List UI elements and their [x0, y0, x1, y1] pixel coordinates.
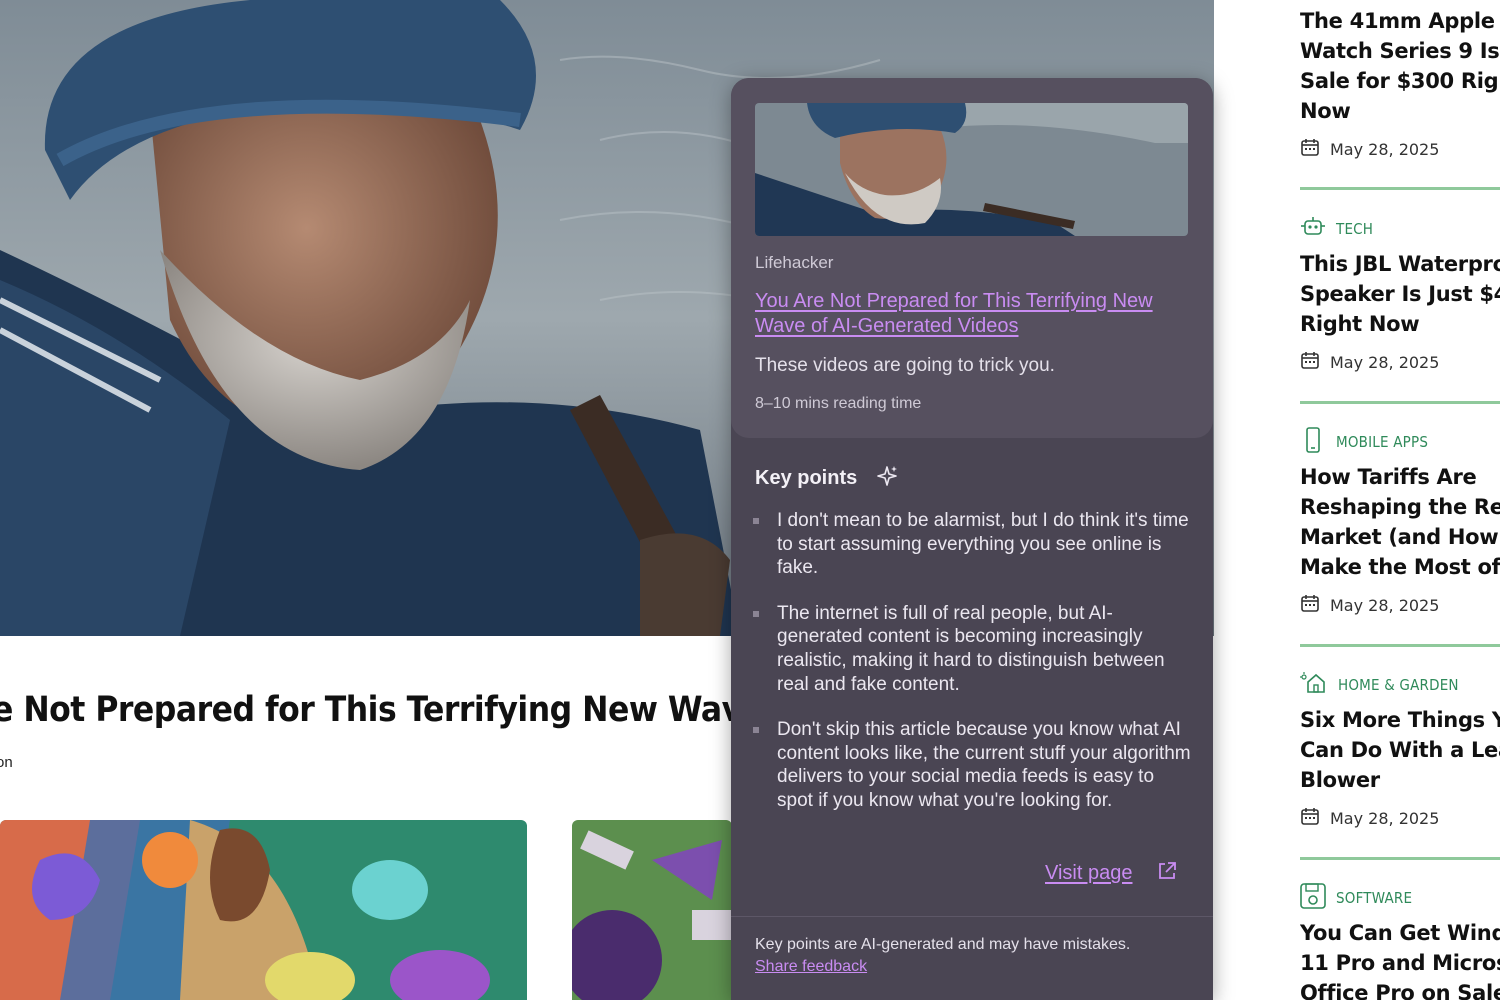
rail-divider — [1300, 401, 1500, 404]
popover-source: Lifehacker — [755, 253, 834, 272]
floppy-disk-icon — [1300, 882, 1326, 914]
rail-article-3[interactable]: MOBILE APPS How Tariffs Are Reshaping th… — [1300, 426, 1500, 618]
popover-divider — [731, 916, 1213, 917]
rail-divider — [1300, 187, 1500, 190]
popover-thumbnail — [755, 103, 1188, 236]
visit-page-row[interactable]: Visit page — [1045, 860, 1178, 887]
rail-divider — [1300, 857, 1500, 860]
rail-category[interactable]: MOBILE APPS — [1300, 426, 1500, 454]
popover-reading-time: 8–10 mins reading time — [755, 395, 922, 412]
related-articles-rail: The 41mm Apple Watch Series 9 Is on Sale… — [1214, 0, 1500, 1000]
rail-article-4[interactable]: HOME & GARDEN Six More Things You Can Do… — [1300, 671, 1500, 831]
calendar-icon — [1300, 350, 1320, 374]
rail-article-2[interactable]: TECH This JBL Waterproof Speaker Is Just… — [1300, 216, 1500, 375]
phone-icon — [1300, 426, 1326, 458]
popover-article-link[interactable]: You Are Not Prepared for This Terrifying… — [755, 289, 1175, 339]
calendar-icon — [1300, 593, 1320, 617]
sparkle-icon — [875, 464, 899, 493]
rail-article-date: May 28, 2025 — [1300, 136, 1500, 162]
rail-article-date: May 28, 2025 — [1300, 349, 1500, 375]
ai-disclaimer: Key points are AI-generated and may have… — [755, 936, 1131, 953]
related-image-2[interactable] — [572, 820, 732, 1000]
rail-article-title[interactable]: Six More Things You Can Do With a Leaf B… — [1300, 705, 1500, 795]
share-feedback-link[interactable]: Share feedback — [755, 958, 867, 976]
key-points-title: Key points — [755, 467, 858, 489]
key-point-item: I don't mean to be alarmist, but I do th… — [753, 509, 1193, 580]
rail-article-date: May 28, 2025 — [1300, 805, 1500, 831]
calendar-icon — [1300, 806, 1320, 830]
popover-description: These videos are going to trick you. — [755, 355, 1055, 376]
article-byline: on — [0, 754, 13, 771]
rail-article-title[interactable]: How Tariffs Are Reshaping the Resal Mark… — [1300, 462, 1500, 582]
key-points-popover: Lifehacker You Are Not Prepared for This… — [731, 78, 1213, 1000]
visit-page-link[interactable]: Visit page — [1045, 862, 1132, 885]
robot-icon — [1300, 216, 1326, 243]
key-point-item: Don't skip this article because you know… — [753, 718, 1193, 812]
rail-category[interactable]: HOME & GARDEN — [1300, 671, 1500, 699]
popover-preview-card[interactable]: Lifehacker You Are Not Prepared for This… — [731, 78, 1213, 438]
rail-article-title[interactable]: The 41mm Apple Watch Series 9 Is on Sale… — [1300, 6, 1500, 126]
related-image-1[interactable] — [0, 820, 527, 1000]
key-points-list: I don't mean to be alarmist, but I do th… — [753, 509, 1193, 835]
external-link-icon[interactable] — [1156, 860, 1178, 887]
rail-category[interactable]: TECH — [1300, 216, 1500, 243]
rail-category[interactable]: SOFTWARE — [1300, 882, 1500, 910]
rail-article-title[interactable]: You Can Get Window 11 Pro and Microsoft … — [1300, 918, 1500, 1000]
key-point-item: The internet is full of real people, but… — [753, 602, 1193, 696]
key-points-header: Key points — [755, 464, 899, 493]
rail-article-5[interactable]: SOFTWARE You Can Get Window 11 Pro and M… — [1300, 882, 1500, 1000]
rail-divider — [1300, 644, 1500, 647]
house-icon — [1300, 671, 1328, 699]
calendar-icon — [1300, 137, 1320, 161]
rail-article-title[interactable]: This JBL Waterproof Speaker Is Just $40 … — [1300, 249, 1500, 339]
rail-article-date: May 28, 2025 — [1300, 592, 1500, 618]
article-headline[interactable]: e Not Prepared for This Terrifying New W… — [0, 690, 732, 740]
rail-article-1[interactable]: The 41mm Apple Watch Series 9 Is on Sale… — [1300, 6, 1500, 162]
